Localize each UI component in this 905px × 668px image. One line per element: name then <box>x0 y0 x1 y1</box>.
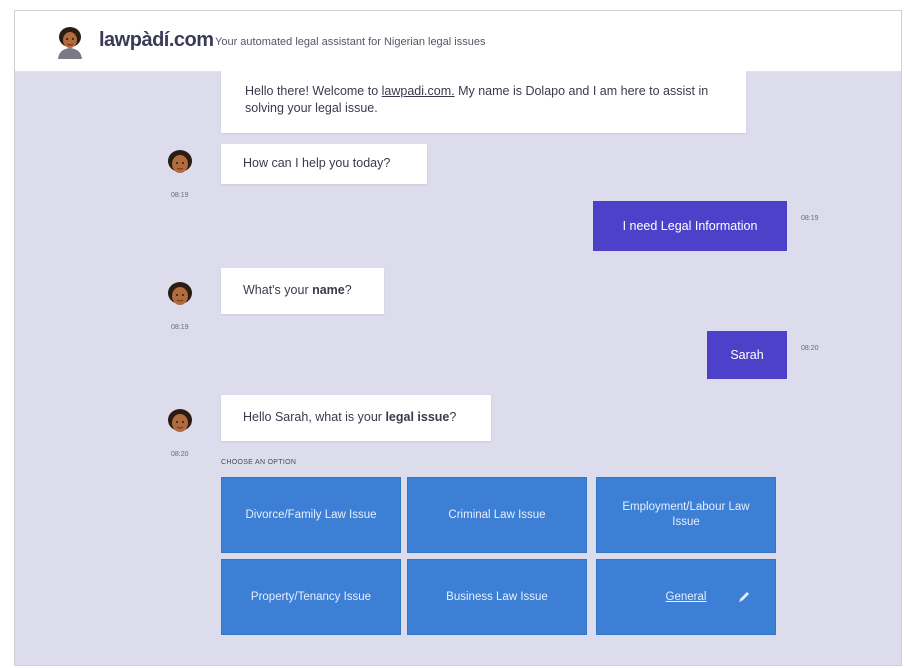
bot-avatar-icon <box>168 150 192 173</box>
chat-window: lawpàdí.com Your automated legal assista… <box>14 10 902 666</box>
welcome-text-start: Hello there! Welcome to <box>245 84 382 98</box>
bot-message-issue: Hello Sarah, what is your legal issue? <box>221 395 491 441</box>
bot-avatar-icon <box>168 409 192 432</box>
option-general[interactable]: General <box>596 559 776 635</box>
option-business-law[interactable]: Business Law Issue <box>407 559 587 635</box>
option-property-tenancy[interactable]: Property/Tenancy Issue <box>221 559 401 635</box>
name-text-end: ? <box>344 283 352 297</box>
message-timestamp: 08:20 <box>171 451 189 458</box>
option-label: Divorce/Family Law Issue <box>245 508 377 521</box>
user-info-text: I need Legal Information <box>622 219 758 233</box>
option-label: General <box>665 590 707 603</box>
user-name-text: Sarah <box>730 348 764 362</box>
issue-text-start: Hello Sarah, what is your <box>243 410 386 424</box>
bot-message-name: What's your name? <box>221 268 384 314</box>
option-label: Property/Tenancy Issue <box>250 590 372 603</box>
lawyer-avatar-icon <box>58 27 82 59</box>
message-timestamp: 08:19 <box>171 192 189 199</box>
message-timestamp: 08:19 <box>171 324 189 331</box>
tagline: Your automated legal assistant for Niger… <box>215 36 486 48</box>
option-label: Business Law Issue <box>446 590 548 603</box>
help-text: How can I help you today? <box>243 156 391 170</box>
issue-text-bold: legal issue <box>385 410 450 424</box>
user-message-name: Sarah <box>707 331 787 379</box>
pencil-icon <box>739 592 749 602</box>
name-text-bold: name <box>312 283 345 297</box>
option-employment-labour-law[interactable]: Employment/Labour Law Issue <box>596 477 776 553</box>
option-criminal-law[interactable]: Criminal Law Issue <box>407 477 587 553</box>
bot-message-welcome: Hello there! Welcome to lawpadi.com. My … <box>221 71 746 133</box>
header: lawpàdí.com Your automated legal assista… <box>15 11 901 72</box>
user-message-info: I need Legal Information <box>593 201 787 251</box>
choose-option-label: CHOOSE AN OPTION <box>221 459 297 466</box>
option-label: Employment/Labour Law Issue <box>622 501 750 528</box>
message-timestamp: 08:19 <box>801 215 819 222</box>
name-text-start: What's your <box>243 283 313 297</box>
issue-text-end: ? <box>449 410 457 424</box>
bot-avatar-icon <box>168 282 192 305</box>
brand-name[interactable]: lawpàdí.com <box>99 29 214 52</box>
bot-message-help: How can I help you today? <box>221 144 427 184</box>
lawpadi-link[interactable]: lawpadi.com. <box>382 84 455 98</box>
message-timestamp: 08:20 <box>801 345 819 352</box>
option-divorce-family-law[interactable]: Divorce/Family Law Issue <box>221 477 401 553</box>
option-label: Criminal Law Issue <box>448 508 546 521</box>
